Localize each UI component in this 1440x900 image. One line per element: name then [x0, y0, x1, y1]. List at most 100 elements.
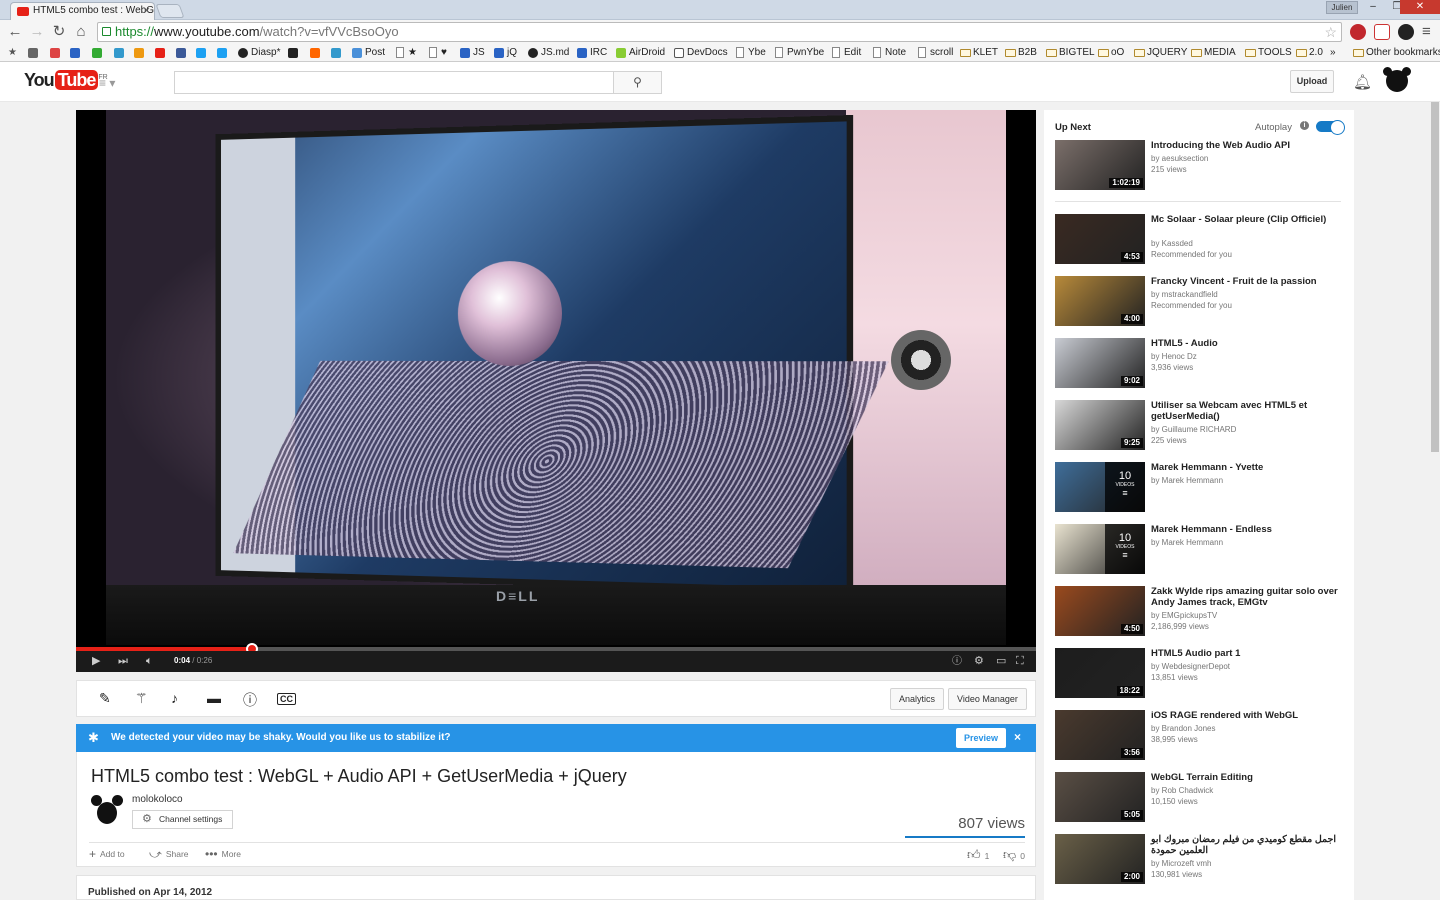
- next-icon[interactable]: ⏭: [118, 654, 128, 669]
- video-thumbnail[interactable]: 9:25: [1055, 400, 1145, 450]
- related-video-item[interactable]: 3:56 iOS RAGE rendered with WebGL by Brand…: [1055, 710, 1345, 762]
- theater-mode-icon[interactable]: ▭: [996, 654, 1006, 669]
- related-video-title[interactable]: Marek Hemmann - Yvette: [1151, 462, 1343, 473]
- close-window-icon[interactable]: ✕: [1400, 0, 1440, 14]
- related-video-title[interactable]: Mc Solaar - Solaar pleure (Clip Officiel…: [1151, 214, 1343, 225]
- video-thumbnail[interactable]: 5:05: [1055, 772, 1145, 822]
- related-video-item[interactable]: 4:53 Mc Solaar - Solaar pleure (Clip Offi…: [1055, 214, 1345, 266]
- video-manager-button[interactable]: Video Manager: [948, 688, 1027, 710]
- edit-pencil-icon[interactable]: ✎: [99, 690, 111, 707]
- play-icon[interactable]: ▶: [92, 654, 100, 669]
- video-thumbnail[interactable]: 4:00: [1055, 276, 1145, 326]
- video-thumbnail[interactable]: 2:00: [1055, 834, 1145, 884]
- bookmark-folder[interactable]: oO: [1098, 46, 1124, 60]
- bookmark-item[interactable]: Diasp*: [238, 46, 280, 60]
- related-video-title[interactable]: WebGL Terrain Editing: [1151, 772, 1343, 783]
- bookmark-item[interactable]: scroll: [917, 46, 953, 60]
- share-button[interactable]: ⤻ Share: [149, 848, 189, 860]
- scrollbar-thumb[interactable]: [1431, 102, 1439, 452]
- forward-icon[interactable]: →: [28, 23, 46, 41]
- bookmark-item[interactable]: IRC: [577, 46, 607, 60]
- bookmark-folder[interactable]: BIGTEL: [1046, 46, 1095, 60]
- adblock-extension-icon[interactable]: [1350, 24, 1366, 40]
- page-scrollbar[interactable]: [1430, 102, 1440, 900]
- related-video-title[interactable]: Marek Hemmann - Endless: [1151, 524, 1343, 535]
- related-video-title[interactable]: HTML5 Audio part 1: [1151, 648, 1343, 659]
- video-thumbnail[interactable]: 18:22: [1055, 648, 1145, 698]
- dislike-button[interactable]: 👎︎ 0: [1003, 847, 1025, 863]
- preview-button[interactable]: Preview: [956, 728, 1007, 748]
- bookmark-folder[interactable]: JQUERY: [1134, 46, 1187, 60]
- bookmark-folder[interactable]: B2B: [1005, 46, 1037, 60]
- bookmark-folder[interactable]: MEDIA: [1191, 46, 1236, 60]
- video-thumbnail[interactable]: 1:02:19: [1055, 140, 1145, 190]
- related-video-item[interactable]: 9:02 HTML5 - Audio by Henoc Dz 3,936 views: [1055, 338, 1345, 390]
- close-tab-icon[interactable]: ×: [144, 3, 150, 19]
- analytics-button[interactable]: Analytics: [890, 688, 945, 710]
- gmail-extension-icon[interactable]: [1374, 24, 1390, 40]
- profile-button[interactable]: Julien: [1326, 1, 1358, 14]
- autoplay-info-icon[interactable]: i: [1300, 121, 1309, 130]
- bookmark-item[interactable]: AirDroid: [616, 46, 665, 60]
- captions-cc-icon[interactable]: CC: [277, 693, 296, 705]
- related-video-title[interactable]: HTML5 - Audio: [1151, 338, 1343, 349]
- related-video-item[interactable]: 18:22 HTML5 Audio part 1 by WebdesignerDep…: [1055, 648, 1345, 700]
- like-button[interactable]: 👍︎ 1: [967, 847, 989, 863]
- new-tab-button[interactable]: [155, 4, 185, 18]
- home-icon[interactable]: ⌂: [72, 23, 90, 41]
- related-video-item[interactable]: 4:00 Francky Vincent - Fruit de la passio…: [1055, 276, 1345, 328]
- annotations-icon[interactable]: ⓘ: [952, 654, 962, 669]
- bookmark-folder[interactable]: TOOLS: [1245, 46, 1292, 60]
- enhancements-wand-icon[interactable]: ⚚: [135, 690, 148, 707]
- bookmark-folder[interactable]: Other bookmarks: [1353, 46, 1440, 60]
- annotations-speech-icon[interactable]: ▬: [207, 690, 221, 706]
- volume-icon[interactable]: 🔈︎: [146, 654, 153, 669]
- bookmarks-overflow-button[interactable]: »: [1330, 46, 1336, 60]
- back-icon[interactable]: ←: [6, 23, 24, 41]
- channel-settings-button[interactable]: ⚙ Channel settings: [132, 810, 234, 829]
- chrome-extension-icon[interactable]: [1398, 24, 1414, 40]
- autoplay-toggle[interactable]: [1316, 120, 1345, 135]
- video-frame[interactable]: D≡LL: [106, 110, 1006, 645]
- search-button[interactable]: ⚲: [613, 71, 662, 94]
- bookmark-item[interactable]: Ybe: [735, 46, 766, 60]
- add-to-button[interactable]: + Add to: [89, 848, 125, 860]
- related-video-title[interactable]: Zakk Wylde rips amazing guitar solo over…: [1151, 586, 1343, 608]
- info-icon[interactable]: ⓘ: [243, 690, 257, 710]
- bookmark-folder[interactable]: KLET: [960, 46, 998, 60]
- bookmark-star-icon[interactable]: ☆: [1324, 23, 1337, 41]
- video-thumbnail[interactable]: 3:56: [1055, 710, 1145, 760]
- bookmark-item[interactable]: JS.md: [528, 46, 569, 60]
- bookmark-item[interactable]: Edit: [831, 46, 861, 60]
- guide-menu-icon[interactable]: ≡ ▾: [99, 76, 115, 90]
- youtube-logo[interactable]: You Tube FR: [24, 70, 108, 91]
- browser-tab[interactable]: HTML5 combo test : WebG ×: [10, 2, 155, 20]
- bookmark-item[interactable]: DevDocs: [674, 46, 728, 60]
- bookmark-star-icon[interactable]: ★: [8, 46, 17, 60]
- related-video-item[interactable]: 2:00 اجمل مقطع كوميدي من فيلم رمضان مبروك…: [1055, 834, 1345, 886]
- minimize-icon[interactable]: –: [1360, 0, 1386, 14]
- related-video-item[interactable]: 4:50 Zakk Wylde rips amazing guitar solo …: [1055, 586, 1345, 638]
- related-video-item[interactable]: 10 VIDEOS ≡ Marek Hemmann - Endless by Marek…: [1055, 524, 1345, 576]
- notifications-bell-icon[interactable]: 🔔︎: [1353, 73, 1372, 91]
- reload-icon[interactable]: ↻: [50, 23, 68, 41]
- bookmark-folder[interactable]: 2.0: [1296, 46, 1323, 60]
- bookmark-item[interactable]: Note: [872, 46, 906, 60]
- related-video-title[interactable]: Utiliser sa Webcam avec HTML5 et getUser…: [1151, 400, 1343, 422]
- related-video-item[interactable]: 1:02:19 Introducing the Web Audio API by a…: [1055, 140, 1345, 192]
- related-video-title[interactable]: اجمل مقطع كوميدي من فيلم رمضان مبروك ابو…: [1151, 834, 1343, 856]
- video-thumbnail[interactable]: 4:53: [1055, 214, 1145, 264]
- related-video-item[interactable]: 9:25 Utiliser sa Webcam avec HTML5 et get…: [1055, 400, 1345, 452]
- upload-button[interactable]: Upload: [1290, 70, 1334, 93]
- related-video-item[interactable]: 5:05 WebGL Terrain Editing by Rob Chadwick…: [1055, 772, 1345, 824]
- bookmark-item[interactable]: jQ: [494, 46, 517, 60]
- channel-name[interactable]: molokoloco: [132, 794, 183, 805]
- search-input[interactable]: [174, 71, 614, 94]
- video-thumbnail[interactable]: 4:50: [1055, 586, 1145, 636]
- video-player[interactable]: D≡LL ▶ ⏭ 🔈︎ 0:04 / 0:26 ⓘ ⚙ ▭ ⛶: [76, 110, 1036, 672]
- related-video-title[interactable]: Introducing the Web Audio API: [1151, 140, 1343, 151]
- audio-note-icon[interactable]: ♪: [171, 690, 178, 706]
- bookmark-item[interactable]: Post: [352, 46, 385, 60]
- account-avatar[interactable]: [1383, 67, 1411, 92]
- channel-avatar[interactable]: [89, 792, 125, 828]
